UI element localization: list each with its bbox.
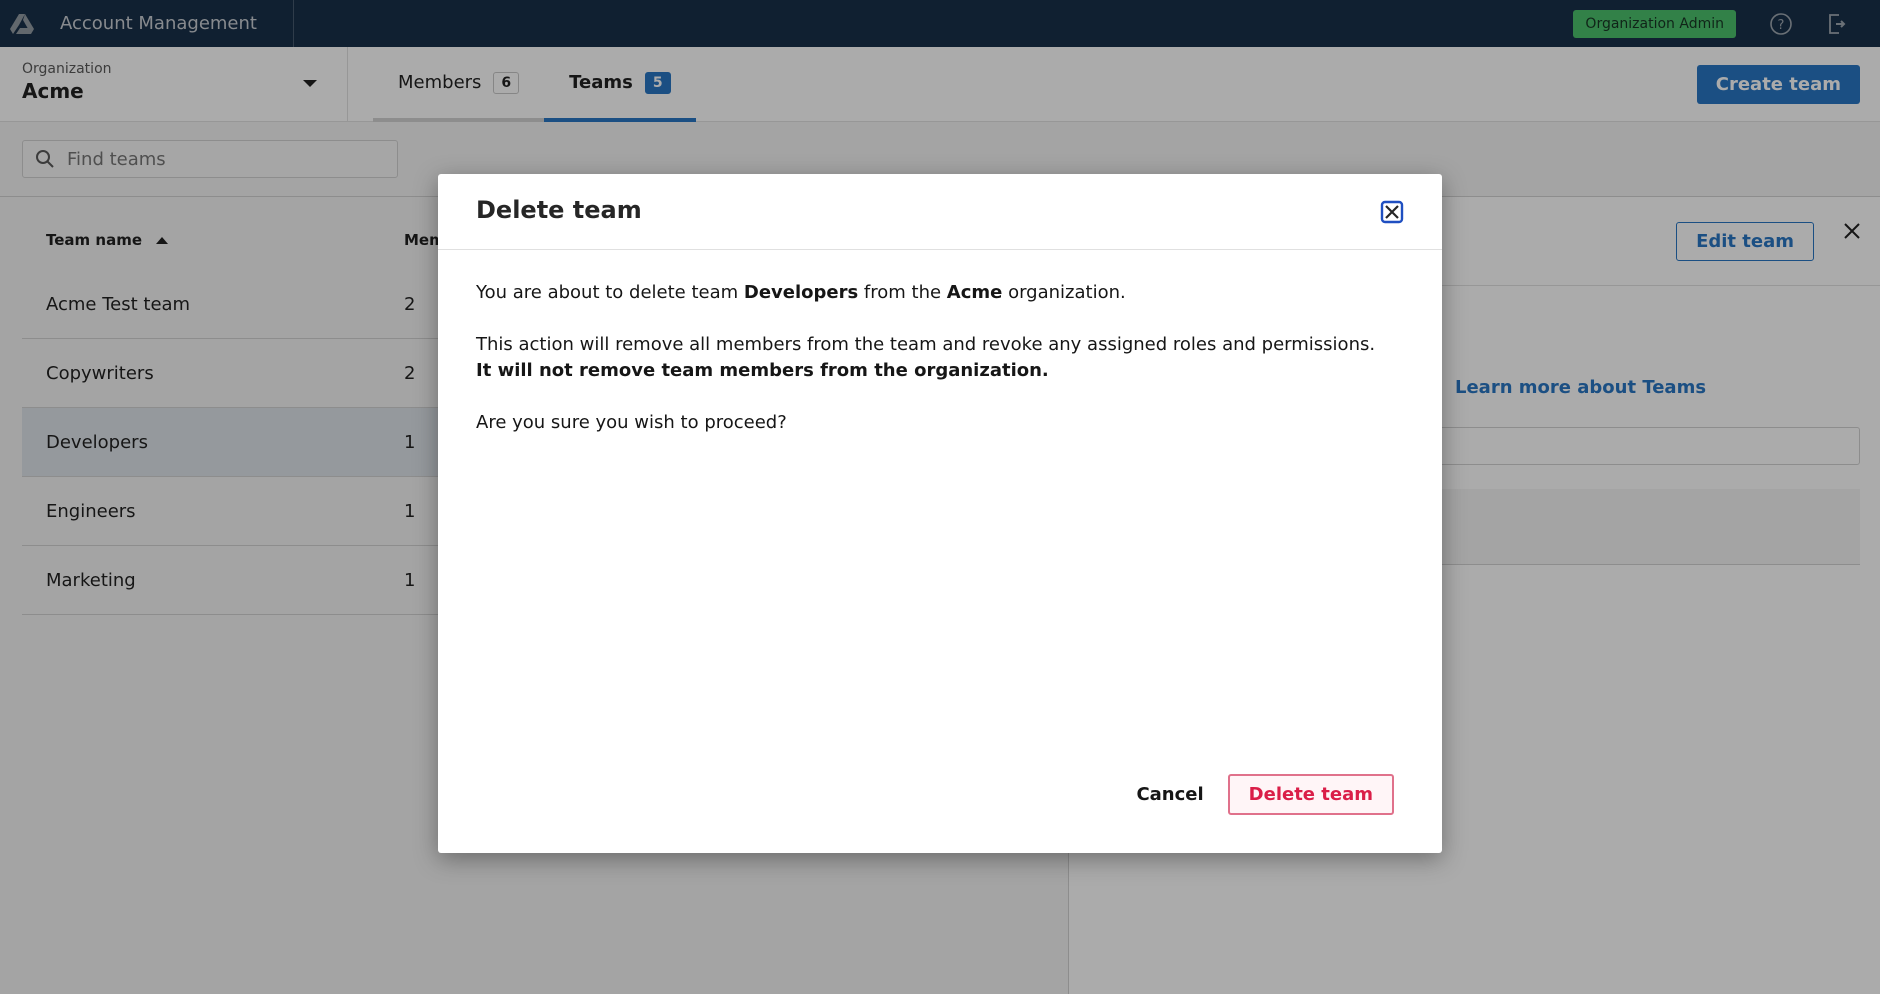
dialog-message: You are about to delete team Developers … <box>476 282 1126 303</box>
dialog-body: You are about to delete team Developers … <box>438 250 1442 492</box>
cancel-button[interactable]: Cancel <box>1136 784 1203 805</box>
close-icon[interactable] <box>1380 200 1404 224</box>
dialog-footer: Cancel Delete team <box>1136 774 1394 815</box>
dialog-question: Are you sure you wish to proceed? <box>476 412 787 433</box>
org-name: Acme <box>946 282 1003 303</box>
delete-team-button[interactable]: Delete team <box>1227 774 1394 815</box>
dialog-warning: This action will remove all members from… <box>476 334 1376 381</box>
dialog-header: Delete team <box>438 174 1442 250</box>
delete-team-dialog: Delete team You are about to delete team… <box>438 174 1442 853</box>
team-name: Developers <box>743 282 859 303</box>
dialog-title: Delete team <box>476 196 642 224</box>
